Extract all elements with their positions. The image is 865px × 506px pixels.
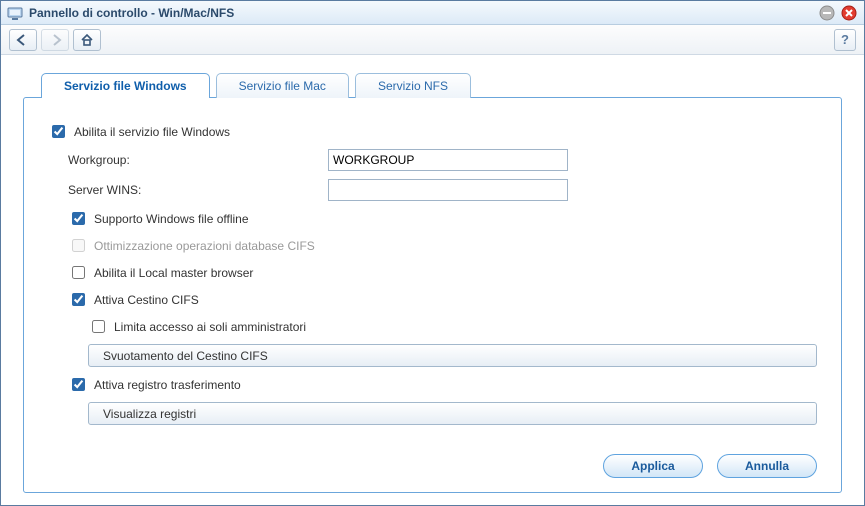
empty-recycle-label: Svuotamento del Cestino CIFS xyxy=(103,349,268,363)
tab-label: Servizio NFS xyxy=(378,79,448,93)
local-master-checkbox[interactable] xyxy=(72,266,85,279)
tab-label: Servizio file Mac xyxy=(239,79,326,93)
enable-windows-checkbox[interactable] xyxy=(52,125,65,138)
titlebar-controls xyxy=(818,4,858,22)
enable-windows-label: Abilita il servizio file Windows xyxy=(74,125,230,139)
apply-button[interactable]: Applica xyxy=(603,454,703,478)
toolbar: ? xyxy=(1,25,864,55)
optimize-cifs-row: Ottimizzazione operazioni database CIFS xyxy=(68,236,817,255)
footer-buttons: Applica Annulla xyxy=(48,446,817,478)
transfer-log-label: Attiva registro trasferimento xyxy=(94,378,241,392)
close-icon[interactable] xyxy=(840,4,858,22)
recycle-row: Attiva Cestino CIFS xyxy=(68,290,817,309)
view-logs-label: Visualizza registri xyxy=(103,407,196,421)
transfer-log-checkbox[interactable] xyxy=(72,378,85,391)
transfer-log-row: Attiva registro trasferimento xyxy=(68,375,817,394)
titlebar: Pannello di controllo - Win/Mac/NFS xyxy=(1,1,864,25)
help-button[interactable]: ? xyxy=(834,29,856,51)
limit-admin-row: Limita accesso ai soli amministratori xyxy=(88,317,817,336)
forward-button[interactable] xyxy=(41,29,69,51)
cancel-button[interactable]: Annulla xyxy=(717,454,817,478)
offline-support-checkbox[interactable] xyxy=(72,212,85,225)
tab-row: Servizio file Windows Servizio file Mac … xyxy=(23,73,842,98)
tab-label: Servizio file Windows xyxy=(64,79,187,93)
workgroup-input[interactable] xyxy=(328,149,568,171)
cancel-button-label: Annulla xyxy=(745,459,789,473)
back-button[interactable] xyxy=(9,29,37,51)
tab-mac[interactable]: Servizio file Mac xyxy=(216,73,349,98)
app-window: Pannello di controllo - Win/Mac/NFS xyxy=(0,0,865,506)
tab-nfs[interactable]: Servizio NFS xyxy=(355,73,471,98)
view-logs-button[interactable]: Visualizza registri xyxy=(88,402,817,425)
optimize-cifs-label: Ottimizzazione operazioni database CIFS xyxy=(94,239,315,253)
apply-button-label: Applica xyxy=(631,459,674,473)
tab-windows[interactable]: Servizio file Windows xyxy=(41,73,210,98)
wins-row: Server WINS: xyxy=(68,179,817,201)
limit-admin-checkbox[interactable] xyxy=(92,320,105,333)
limit-admin-label: Limita accesso ai soli amministratori xyxy=(114,320,306,334)
home-button[interactable] xyxy=(73,29,101,51)
offline-support-label: Supporto Windows file offline xyxy=(94,212,249,226)
content-area: Servizio file Windows Servizio file Mac … xyxy=(1,55,864,505)
help-button-label: ? xyxy=(841,32,849,47)
recycle-label: Attiva Cestino CIFS xyxy=(94,293,199,307)
workgroup-row: Workgroup: xyxy=(68,149,817,171)
optimize-cifs-checkbox xyxy=(72,239,85,252)
workgroup-label: Workgroup: xyxy=(68,153,328,167)
local-master-label: Abilita il Local master browser xyxy=(94,266,253,280)
tab-panel: Abilita il servizio file Windows Workgro… xyxy=(23,97,842,493)
enable-windows-row: Abilita il servizio file Windows xyxy=(48,122,817,141)
minimize-icon[interactable] xyxy=(818,4,836,22)
local-master-row: Abilita il Local master browser xyxy=(68,263,817,282)
recycle-checkbox[interactable] xyxy=(72,293,85,306)
empty-recycle-button[interactable]: Svuotamento del Cestino CIFS xyxy=(88,344,817,367)
app-icon xyxy=(7,5,23,21)
window-title: Pannello di controllo - Win/Mac/NFS xyxy=(29,6,818,20)
offline-support-row: Supporto Windows file offline xyxy=(68,209,817,228)
wins-input[interactable] xyxy=(328,179,568,201)
wins-label: Server WINS: xyxy=(68,183,328,197)
